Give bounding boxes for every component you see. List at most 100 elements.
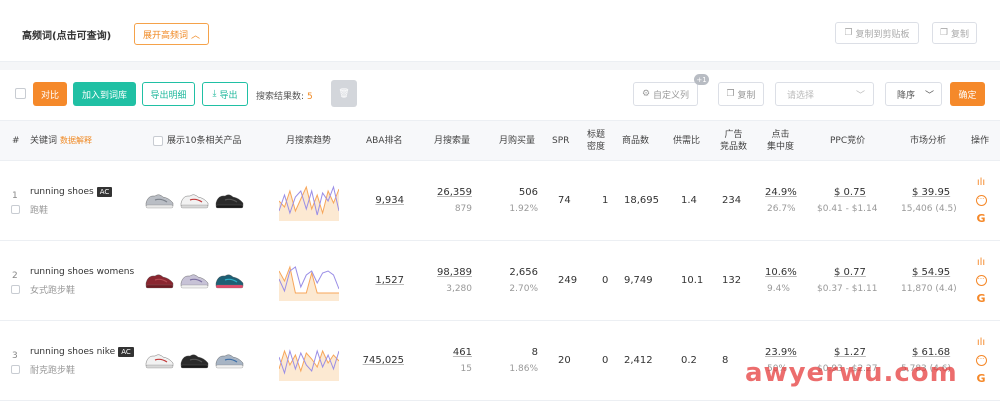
keyword-link[interactable]: running shoes AC: [30, 187, 113, 197]
monthly-search[interactable]: 461: [402, 347, 472, 358]
click-concentration-sub: 26.7%: [767, 204, 796, 214]
custom-columns-button[interactable]: ⚙ 自定义列: [633, 82, 698, 106]
col-products[interactable]: 商品数: [622, 135, 649, 147]
bar-chart-icon[interactable]: ılı: [977, 258, 985, 268]
trend-chart[interactable]: [278, 261, 340, 301]
more-icon[interactable]: ···: [975, 355, 987, 366]
product-thumbnail[interactable]: [213, 183, 246, 216]
chevron-down-icon: ﹀: [924, 90, 934, 101]
click-concentration[interactable]: 24.9%: [765, 187, 797, 198]
product-thumbnail[interactable]: [178, 263, 211, 296]
product-thumbnail[interactable]: [143, 183, 176, 216]
col-monthly-buy[interactable]: 月购买量: [499, 135, 535, 147]
watermark: awyerwu.com: [745, 358, 958, 388]
product-thumbnail[interactable]: [178, 183, 211, 216]
add-to-library-button[interactable]: 加入到词库: [73, 82, 136, 106]
sort-field-select[interactable]: 请选择 ﹀: [775, 82, 874, 106]
section-divider: [0, 62, 1000, 70]
col-aba-rank[interactable]: ABA排名: [366, 135, 403, 147]
click-concentration[interactable]: 10.6%: [765, 267, 797, 278]
table-row[interactable]: 1 running shoes AC 跑鞋 9,934 26,359 879 5…: [0, 161, 1000, 241]
monthly-search[interactable]: 26,359: [402, 187, 472, 198]
trend-chart[interactable]: [278, 181, 340, 221]
shoe-image-icon: [215, 194, 244, 209]
related-products: [143, 183, 246, 216]
click-concentration[interactable]: 23.9%: [765, 347, 797, 358]
delete-button[interactable]: 🗑: [331, 80, 357, 107]
high-frequency-bar: 高频词(点击可查询) 展开高频词 ︿ ❐ 复制到剪贴板 ❐ 复制: [0, 0, 1000, 62]
col-monthly-search[interactable]: 月搜索量: [434, 135, 470, 147]
search-trend-sparkline: [278, 185, 340, 221]
row-checkbox[interactable]: [11, 285, 20, 294]
monthly-search[interactable]: 98,389: [402, 267, 472, 278]
col-click-concentration[interactable]: 点击 集中度: [767, 129, 794, 153]
product-thumbnail[interactable]: [178, 343, 211, 376]
ppc-bid[interactable]: $ 0.75: [834, 187, 866, 198]
product-thumbnail[interactable]: [143, 343, 176, 376]
col-ppc[interactable]: PPC竞价: [830, 135, 865, 147]
col-spr[interactable]: SPR: [552, 135, 569, 147]
shoe-image-icon: [145, 194, 174, 209]
compare-button[interactable]: 对比: [33, 82, 67, 106]
row-checkbox[interactable]: [11, 205, 20, 214]
chevron-up-icon: ︿: [191, 30, 201, 41]
expand-high-frequency-button[interactable]: 展开高频词 ︿: [134, 23, 209, 45]
ppc-bid[interactable]: $ 0.77: [834, 267, 866, 278]
market-price[interactable]: $ 39.95: [912, 187, 950, 198]
row-actions: ılı ··· G: [975, 338, 987, 384]
bar-chart-icon[interactable]: ılı: [977, 178, 985, 188]
more-icon[interactable]: ···: [975, 275, 987, 286]
amazon-choice-badge: AC: [118, 347, 134, 357]
ppc-range: $0.41 - $1.14: [817, 204, 878, 214]
export-button[interactable]: ⤓ 导出: [202, 82, 248, 106]
aba-rank[interactable]: 745,025: [334, 355, 404, 366]
copy-icon: ❐: [939, 28, 949, 38]
copy-button[interactable]: ❐ 复制: [932, 22, 977, 44]
col-supply-ratio[interactable]: 供需比: [673, 135, 700, 147]
show-products-checkbox[interactable]: [153, 136, 163, 146]
ppc-bid[interactable]: $ 1.27: [834, 347, 866, 358]
export-detail-button[interactable]: 导出明细: [142, 82, 195, 106]
keyword-link[interactable]: running shoes womens: [30, 267, 134, 277]
trend-chart[interactable]: [278, 341, 340, 381]
product-thumbnail[interactable]: [213, 343, 246, 376]
col-ad-products[interactable]: 广告 竞品数: [720, 129, 747, 153]
col-market: 市场分析: [910, 136, 947, 146]
buy-rate: 1.86%: [509, 364, 538, 374]
monthly-buy: 8: [531, 347, 538, 358]
gear-icon: ⚙: [641, 89, 651, 99]
google-icon[interactable]: G: [976, 373, 985, 384]
col-index: #: [12, 136, 20, 146]
row-checkbox[interactable]: [11, 365, 20, 374]
google-icon[interactable]: G: [976, 213, 985, 224]
spr-value: 249: [558, 275, 578, 286]
shoe-image-icon: [145, 274, 174, 289]
search-trend-sparkline: [278, 265, 340, 301]
sort-order-select[interactable]: 降序 ﹀: [885, 82, 942, 106]
select-all-checkbox[interactable]: [15, 88, 26, 99]
aba-rank[interactable]: 9,934: [334, 195, 404, 206]
col-keyword[interactable]: 关键词 数据解释: [30, 135, 92, 147]
aba-rank[interactable]: 1,527: [334, 275, 404, 286]
result-count: 搜索结果数: 5: [256, 92, 313, 102]
buy-rate: 1.92%: [509, 204, 538, 214]
table-row[interactable]: 2 running shoes womens 女式跑步鞋 1,527 98,38…: [0, 241, 1000, 321]
keyword-link[interactable]: running shoes nike AC: [30, 347, 134, 357]
copy-to-clipboard-button[interactable]: ❐ 复制到剪贴板: [835, 22, 919, 44]
market-price[interactable]: $ 61.68: [912, 347, 950, 358]
bar-chart-icon[interactable]: ılı: [977, 338, 985, 348]
confirm-button[interactable]: 确定: [950, 82, 985, 106]
google-icon[interactable]: G: [976, 293, 985, 304]
copy-table-button[interactable]: ❐ 复制: [718, 82, 764, 106]
data-explain-link[interactable]: 数据解释: [60, 136, 92, 145]
related-products: [143, 343, 246, 376]
more-icon[interactable]: ···: [975, 195, 987, 206]
product-thumbnail[interactable]: [213, 263, 246, 296]
product-thumbnail[interactable]: [143, 263, 176, 296]
market-price[interactable]: $ 54.95: [912, 267, 950, 278]
keyword-translation: 女式跑步鞋: [30, 286, 76, 296]
col-title-density[interactable]: 标题 密度: [587, 129, 605, 153]
daily-search: 15: [460, 364, 472, 374]
supply-ratio-value: 1.4: [681, 195, 697, 206]
download-icon: ⤓: [212, 89, 217, 99]
